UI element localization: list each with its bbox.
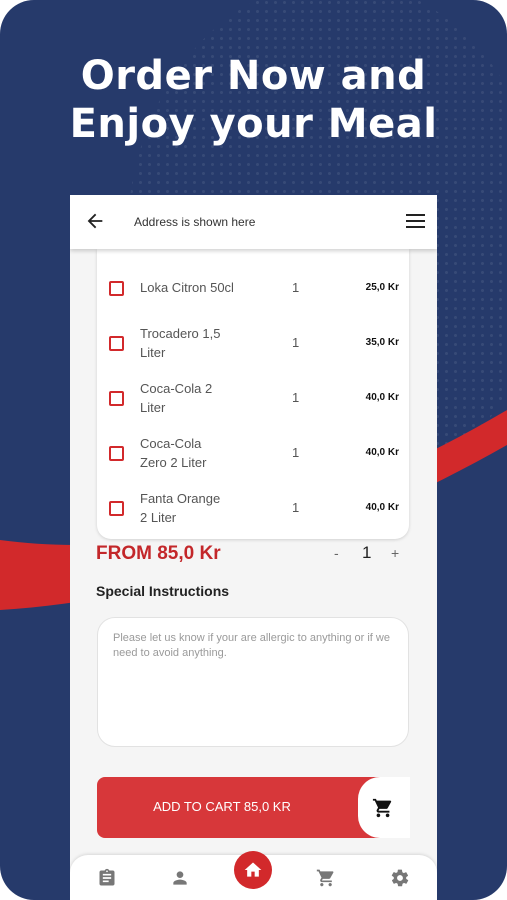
home-button[interactable] [234,851,272,889]
add-to-cart-label: ADD TO CART 85,0 KR [153,799,291,814]
hamburger-menu-icon[interactable] [406,214,425,230]
item-price: 40,0 Kr [365,447,399,458]
back-arrow-icon[interactable] [84,210,106,232]
instructions-placeholder: Please let us know if your are allergic … [113,632,390,659]
item-quantity: 1 [292,280,300,295]
decrement-button[interactable]: - [334,545,339,561]
checkbox[interactable] [109,391,124,406]
list-item[interactable]: Coca-Cola 2 Liter 1 40,0 Kr [97,371,409,426]
app-bar: Address is shown here [70,195,437,249]
list-item[interactable]: Fanta Orange 2 Liter 1 40,0 Kr [97,481,409,536]
list-item[interactable]: Loka Citron 50cl 1 25,0 Kr [97,261,409,316]
item-name: Fanta Orange 2 Liter [140,491,221,525]
item-price: 35,0 Kr [365,337,399,348]
clipboard-icon[interactable] [97,868,117,888]
item-price: 40,0 Kr [365,502,399,513]
shopping-cart-icon[interactable] [316,868,336,888]
headline-line-1: Order Now and [80,53,427,99]
item-price: 25,0 Kr [365,282,399,293]
increment-button[interactable]: + [391,545,399,561]
phone-screen: Address is shown here Loka Citron 50cl 1… [70,195,437,900]
person-icon[interactable] [170,868,190,888]
promo-frame: Order Now and Enjoy your Meal Address is… [0,0,507,900]
gear-icon[interactable] [390,868,410,888]
address-text[interactable]: Address is shown here [134,215,255,229]
item-price: 40,0 Kr [365,392,399,403]
item-name: Coca-Cola Zero 2 Liter [140,436,207,470]
drink-options-list: Loka Citron 50cl 1 25,0 Kr Trocadero 1,5… [97,249,409,539]
from-price: FROM 85,0 Kr [96,543,221,564]
checkbox[interactable] [109,501,124,516]
quantity-value: 1 [362,543,372,562]
checkbox[interactable] [109,281,124,296]
cart-icon-container[interactable] [358,777,410,838]
item-quantity: 1 [292,500,300,515]
headline-line-2: Enjoy your Meal [69,101,438,147]
item-quantity: 1 [292,445,300,460]
shopping-cart-icon [372,798,392,818]
home-icon [244,862,262,877]
item-name: Loka Citron 50cl [140,280,234,295]
add-to-cart-button[interactable]: ADD TO CART 85,0 KR [97,777,410,838]
bottom-navigation [70,851,437,900]
special-instructions-label: Special Instructions [96,583,230,599]
item-quantity: 1 [292,335,300,350]
list-item[interactable]: Trocadero 1,5 Liter 1 35,0 Kr [97,316,409,371]
special-instructions-input[interactable]: Please let us know if your are allergic … [97,617,409,747]
quantity-stepper: - 1 + [332,543,412,565]
checkbox[interactable] [109,446,124,461]
list-item[interactable]: Coca-Cola Zero 2 Liter 1 40,0 Kr [97,426,409,481]
checkbox[interactable] [109,336,124,351]
promo-headline: Order Now and Enjoy your Meal [0,52,507,148]
item-name: Coca-Cola 2 Liter [140,381,213,415]
item-name: Trocadero 1,5 Liter [140,326,221,360]
item-quantity: 1 [292,390,300,405]
